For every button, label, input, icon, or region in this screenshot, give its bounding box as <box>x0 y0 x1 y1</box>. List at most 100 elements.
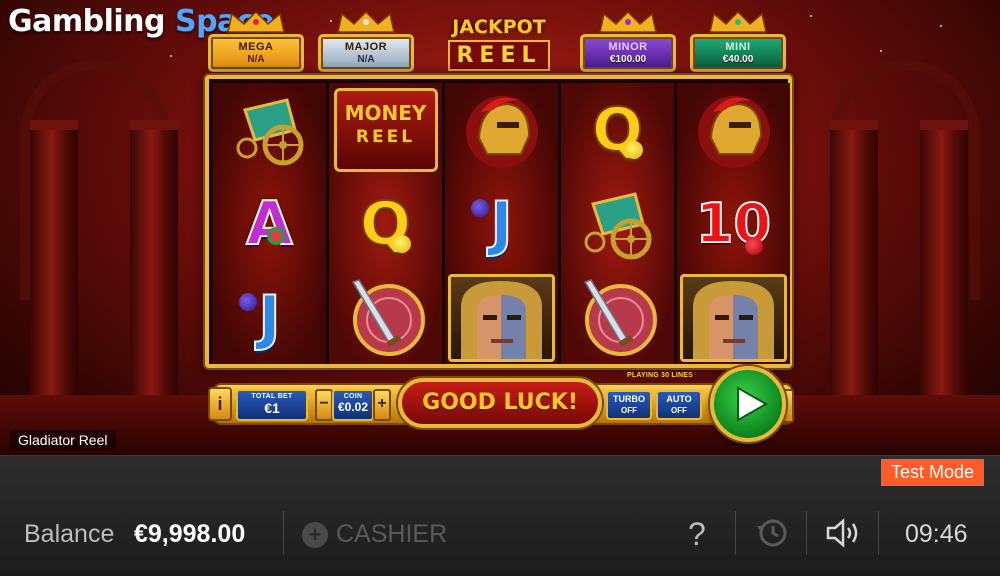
jackpot-major-plate: MAJOR N/A <box>318 34 414 72</box>
divider <box>735 511 736 555</box>
auto-state: OFF <box>671 406 687 415</box>
coin-minus-button[interactable]: − <box>315 389 333 421</box>
symbol-a-glyph: A <box>245 189 293 259</box>
coin-value: €0.02 <box>337 400 369 414</box>
symbol-shield-sword <box>563 273 672 363</box>
total-bet-display[interactable]: TOTAL BET €1 <box>236 389 308 421</box>
chariot-icon <box>584 192 651 260</box>
divider <box>878 511 879 555</box>
crown-icon <box>709 10 767 33</box>
balance-label: Balance <box>24 520 115 548</box>
casino-bottom-bar: Test Mode Balance €9,998.00 + CASHIER ? … <box>0 455 1000 576</box>
jackpot-minor-plate: MINOR €100.00 <box>580 34 676 72</box>
play-icon <box>737 386 769 422</box>
star <box>170 55 172 57</box>
symbol-chariot <box>215 85 324 175</box>
symbol-j-glyph: J <box>489 189 513 259</box>
symbol-chariot <box>563 179 672 269</box>
reel-3: J <box>445 83 558 364</box>
symbol-helmet <box>679 85 788 175</box>
symbol-shield-sword <box>331 273 440 363</box>
jackpot-minor-name: MINOR <box>608 41 648 53</box>
symbol-j: J <box>447 179 556 269</box>
money-reel-line1: MONEY <box>344 101 427 125</box>
gladiator-face-icon <box>461 281 542 359</box>
history-icon[interactable] <box>755 516 789 550</box>
turbo-toggle[interactable]: TURBO OFF <box>606 390 652 420</box>
helmet-icon <box>697 96 770 168</box>
message-panel: GOOD LUCK! <box>398 378 602 428</box>
gladiator-portrait <box>448 274 555 362</box>
star <box>940 25 942 27</box>
auto-label: AUTO <box>666 394 692 404</box>
jackpot-major-name: MAJOR <box>344 41 388 53</box>
jackpot-mega-name: MEGA <box>238 41 274 53</box>
jackpot-major-value: N/A <box>357 54 375 65</box>
coin-label: COIN <box>343 393 363 400</box>
help-button[interactable]: ? <box>688 516 706 553</box>
reel-2: MONEY REEL Q <box>329 83 442 364</box>
reel-4: Q <box>561 83 674 364</box>
jackpot-mini-value: €40.00 <box>722 54 754 65</box>
info-button[interactable]: i <box>208 387 232 421</box>
cashier-button[interactable]: + CASHIER <box>302 520 447 549</box>
total-bet-value: €1 <box>264 400 280 416</box>
coin-plus-button[interactable]: + <box>373 389 391 421</box>
gladiator-portrait <box>680 274 787 362</box>
crown-icon <box>599 10 657 33</box>
auto-toggle[interactable]: AUTO OFF <box>656 390 702 420</box>
jackpot-minor-value: €100.00 <box>609 54 647 65</box>
symbol-q: Q <box>331 179 440 269</box>
symbol-j: J <box>215 273 324 363</box>
message-text: GOOD LUCK! <box>422 390 578 415</box>
jackpot-mega-plate: MEGA N/A <box>208 34 304 72</box>
jackpot-mini-plate: MINI €40.00 <box>690 34 786 72</box>
star <box>810 15 812 17</box>
jackpot-mini-name: MINI <box>725 41 751 53</box>
jackpot-mega-value: N/A <box>247 54 265 65</box>
cashier-label: CASHIER <box>336 520 448 548</box>
coin-display: COIN €0.02 <box>332 389 374 421</box>
lemon-icon <box>625 141 643 159</box>
symbol-10: 10 <box>679 179 788 269</box>
jackpot-major: MAJOR N/A <box>318 10 414 72</box>
game-stage: Gambling Space MEGA N/A MAJOR N/A JACKPO… <box>0 0 1000 576</box>
reel-5: 10 <box>677 83 790 364</box>
game-name-label: Gladiator Reel <box>10 430 116 450</box>
lines-label: PLAYING 30 LINES <box>627 372 693 379</box>
spin-button[interactable] <box>710 366 786 442</box>
jackpot-title-line1: JACKPOT <box>452 16 546 38</box>
test-mode-badge: Test Mode <box>880 459 984 486</box>
watermelon-icon <box>267 227 285 245</box>
crown-icon <box>227 10 285 33</box>
symbol-gladiator <box>447 273 556 363</box>
money-reel-badge: MONEY REEL <box>333 88 438 172</box>
lemon-icon <box>393 235 411 253</box>
plus-icon: + <box>302 521 328 548</box>
plum-icon <box>471 199 489 217</box>
star <box>880 50 882 52</box>
divider <box>283 511 284 555</box>
sound-icon[interactable] <box>826 518 862 548</box>
crown-icon <box>337 10 395 33</box>
helmet-icon <box>465 96 538 168</box>
divider <box>806 511 807 555</box>
jackpot-title-line2: REEL <box>448 40 550 71</box>
jackpot-reel-title: JACKPOT REEL <box>446 16 552 78</box>
symbol-j-glyph: J <box>257 283 281 353</box>
plum-icon <box>239 293 257 311</box>
cherry-icon <box>745 237 763 255</box>
reel-1: A J <box>213 83 326 364</box>
jackpot-minor: MINOR €100.00 <box>580 10 676 72</box>
clock: 09:46 <box>905 520 968 548</box>
jackpot-mega: MEGA N/A <box>208 10 304 72</box>
turbo-label: TURBO <box>613 394 645 404</box>
balance-value: €9,998.00 <box>134 520 246 548</box>
symbol-money-reel: MONEY REEL <box>331 85 440 175</box>
reel-grid: A J MONEY REEL Q J Q 10 <box>205 75 792 368</box>
shield-sword-icon <box>351 279 425 356</box>
turbo-state: OFF <box>621 406 637 415</box>
symbol-helmet <box>447 85 556 175</box>
brand-word-1: Gambling <box>8 4 166 39</box>
money-reel-line2: REEL <box>355 127 416 147</box>
